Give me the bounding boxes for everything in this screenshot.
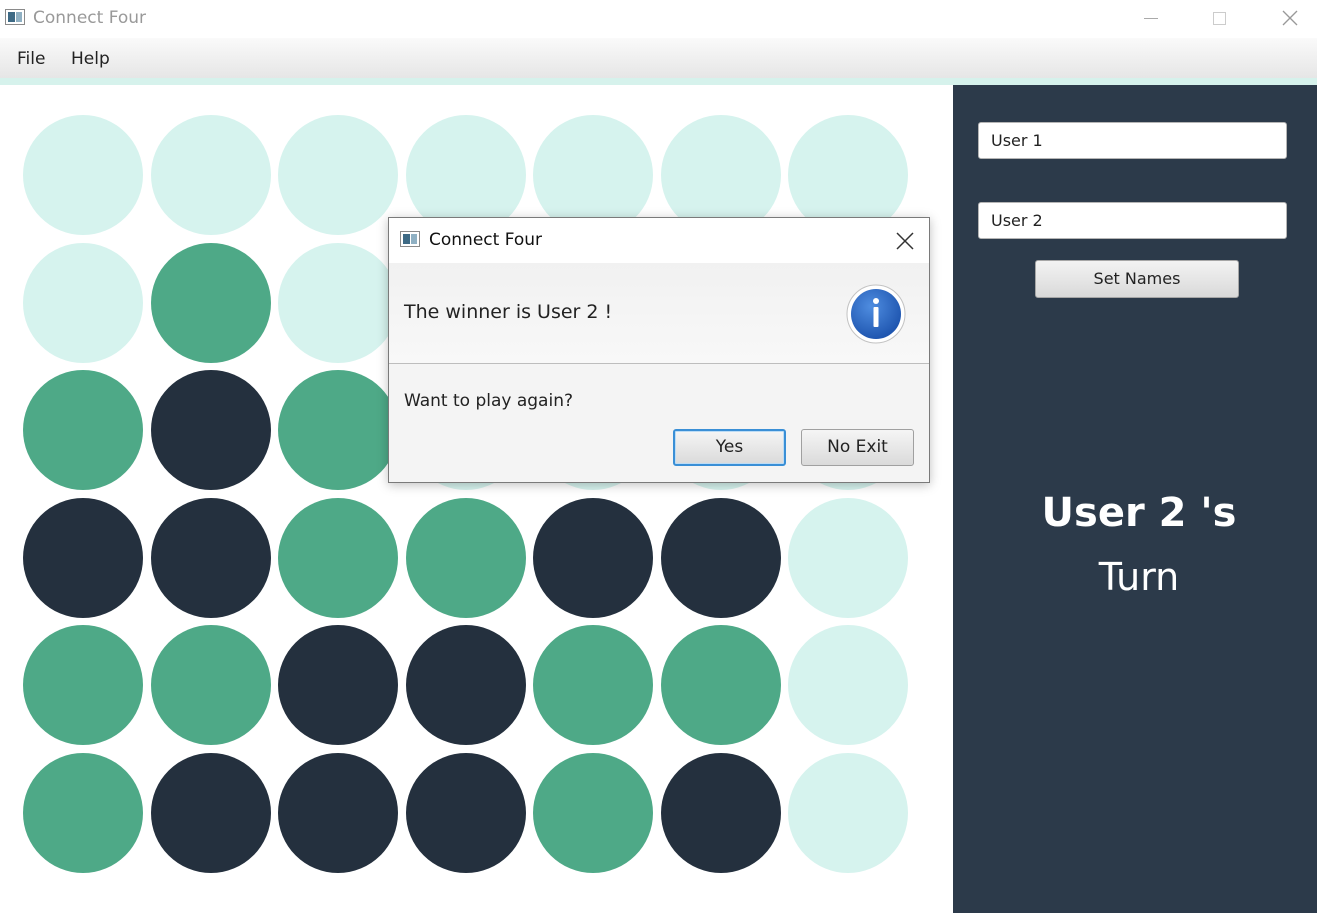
menu-help[interactable]: Help xyxy=(71,49,110,69)
app-window: Connect Four File Help Set Names User 2 … xyxy=(0,0,1317,913)
board-cell-r4-c1[interactable] xyxy=(23,498,143,618)
side-panel: Set Names User 2 's Turn xyxy=(953,85,1317,913)
board-cell-r2-c2[interactable] xyxy=(151,243,271,363)
close-button[interactable] xyxy=(1267,0,1313,36)
board-cell-r1-c1[interactable] xyxy=(23,115,143,235)
turn-label: Turn xyxy=(1098,555,1180,599)
board-cell-r5-c3[interactable] xyxy=(278,625,398,745)
board-cell-r4-c6[interactable] xyxy=(661,498,781,618)
board-cell-r2-c3[interactable] xyxy=(278,243,398,363)
menu-file[interactable]: File xyxy=(17,49,45,69)
board-cell-r4-c7[interactable] xyxy=(788,498,908,618)
board-cell-r5-c1[interactable] xyxy=(23,625,143,745)
dialog-title: Connect Four xyxy=(429,230,543,250)
title-bar: Connect Four xyxy=(0,0,1317,38)
board-cell-r5-c5[interactable] xyxy=(533,625,653,745)
app-icon xyxy=(5,9,25,25)
dialog-close-button[interactable] xyxy=(889,228,919,254)
no-exit-button[interactable]: No Exit xyxy=(801,429,914,466)
board-cell-r6-c1[interactable] xyxy=(23,753,143,873)
board-cell-r5-c6[interactable] xyxy=(661,625,781,745)
board-cell-r3-c3[interactable] xyxy=(278,370,398,490)
board-cell-r5-c4[interactable] xyxy=(406,625,526,745)
board-cell-r4-c3[interactable] xyxy=(278,498,398,618)
board-cell-r6-c5[interactable] xyxy=(533,753,653,873)
close-icon xyxy=(1282,10,1298,26)
board-cell-r4-c4[interactable] xyxy=(406,498,526,618)
turn-player-name: User 2 's xyxy=(1041,490,1237,536)
board-cell-r6-c7[interactable] xyxy=(788,753,908,873)
dialog-content-text: Want to play again? xyxy=(404,391,573,411)
board-cell-r6-c2[interactable] xyxy=(151,753,271,873)
board-cell-r3-c2[interactable] xyxy=(151,370,271,490)
board-cell-r5-c2[interactable] xyxy=(151,625,271,745)
menu-divider xyxy=(0,78,1317,85)
board-cell-r6-c3[interactable] xyxy=(278,753,398,873)
board-cell-r1-c3[interactable] xyxy=(278,115,398,235)
minimize-button[interactable] xyxy=(1128,0,1174,36)
board-cell-r4-c2[interactable] xyxy=(151,498,271,618)
board-cell-r4-c5[interactable] xyxy=(533,498,653,618)
player2-name-input[interactable] xyxy=(978,202,1287,239)
yes-button[interactable]: Yes xyxy=(673,429,786,466)
maximize-icon xyxy=(1212,11,1226,25)
dialog-header-text: The winner is User 2 ! xyxy=(404,301,613,323)
minimize-icon xyxy=(1144,17,1158,19)
dialog-header: The winner is User 2 ! xyxy=(389,263,929,364)
close-icon xyxy=(896,232,914,250)
game-board[interactable] xyxy=(0,85,953,913)
board-cell-r6-c6[interactable] xyxy=(661,753,781,873)
menu-bar: File Help xyxy=(0,38,1317,79)
board-cell-r1-c2[interactable] xyxy=(151,115,271,235)
maximize-button[interactable] xyxy=(1196,0,1242,36)
window-title: Connect Four xyxy=(33,8,147,28)
board-cell-r5-c7[interactable] xyxy=(788,625,908,745)
board-cell-r2-c1[interactable] xyxy=(23,243,143,363)
board-cell-r6-c4[interactable] xyxy=(406,753,526,873)
winner-dialog: Connect Four The winner is User 2 ! Want… xyxy=(388,217,930,483)
player1-name-input[interactable] xyxy=(978,122,1287,159)
board-cell-r3-c1[interactable] xyxy=(23,370,143,490)
set-names-button[interactable]: Set Names xyxy=(1035,260,1239,298)
dialog-title-bar: Connect Four xyxy=(389,218,929,263)
dialog-app-icon xyxy=(400,231,420,247)
info-icon xyxy=(846,284,906,344)
